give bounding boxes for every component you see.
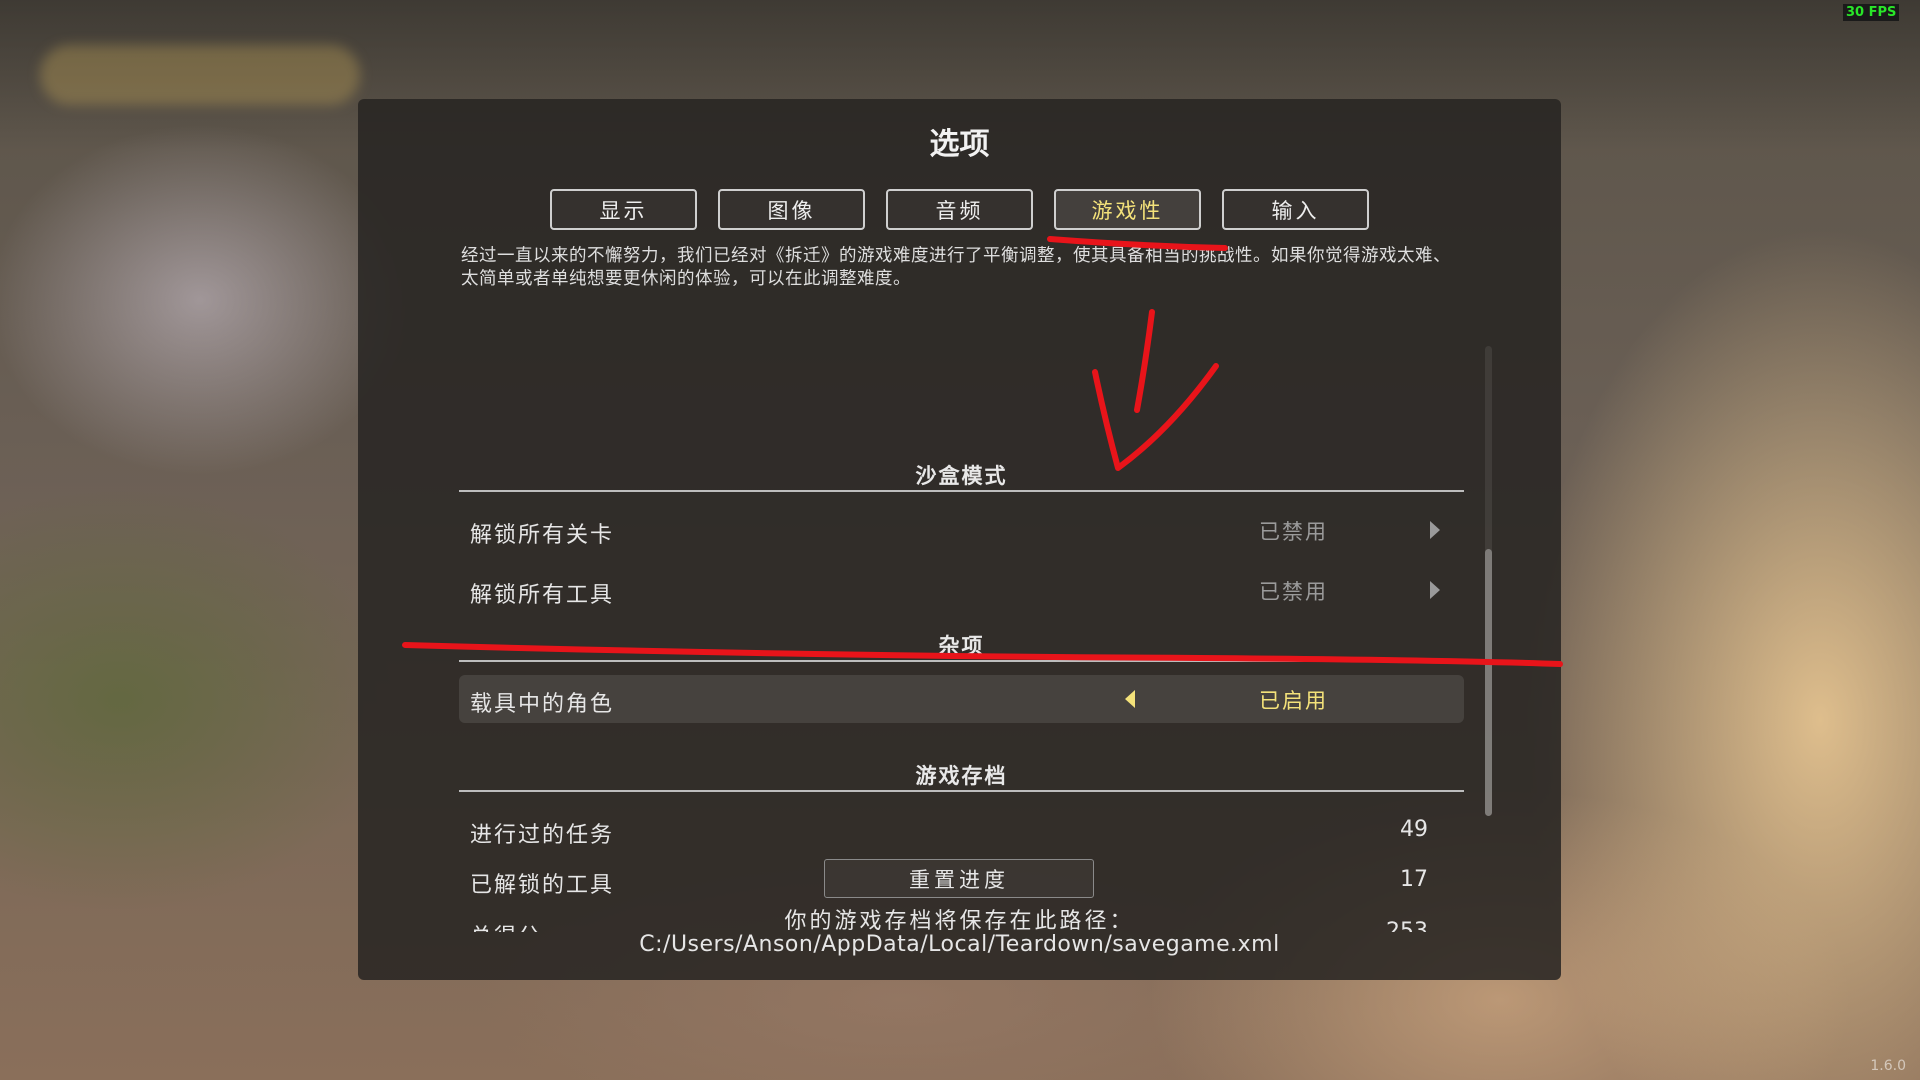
scrollbar-thumb[interactable] [1485, 549, 1492, 816]
game-version: 1.6.0 [1870, 1058, 1906, 1074]
section-title-sandbox: 沙盒模式 [459, 460, 1464, 492]
tab-display[interactable]: 显示 [550, 189, 697, 230]
stat-row-missions: 进行过的任务 49 [459, 806, 1464, 854]
stat-value: 17 [1400, 867, 1428, 892]
gameplay-description: 经过一直以来的不懈努力，我们已经对《拆迁》的游戏难度进行了平衡调整，使其具备相当… [461, 246, 1451, 289]
option-label: 解锁所有关卡 [470, 523, 615, 548]
section-title-misc: 杂项 [459, 630, 1464, 662]
stat-value: 49 [1400, 817, 1428, 842]
arrow-right-icon[interactable] [1430, 521, 1440, 539]
options-dialog: 选项 显示 图像 音频 游戏性 输入 经过一直以来的不懈努力，我们已经对《拆迁》… [358, 99, 1561, 980]
option-row-unlock-levels[interactable]: 解锁所有关卡 已禁用 [459, 506, 1464, 554]
tab-audio[interactable]: 音频 [886, 189, 1033, 230]
option-label: 载具中的角色 [470, 692, 615, 717]
options-scroll-list[interactable]: 沙盒模式 解锁所有关卡 已禁用 解锁所有工具 已禁用 杂项 载具中的角色 已启用… [459, 432, 1464, 932]
dialog-title: 选项 [929, 127, 990, 162]
option-value: 已启用 [1259, 689, 1328, 713]
blurred-logo [40, 45, 360, 105]
arrow-left-icon[interactable] [1125, 690, 1135, 708]
option-row-unlock-tools[interactable]: 解锁所有工具 已禁用 [459, 566, 1464, 614]
option-row-character-in-vehicle[interactable]: 载具中的角色 已启用 [459, 675, 1464, 723]
reset-progress-button[interactable]: 重置进度 [824, 859, 1094, 898]
stat-label: 已解锁的工具 [470, 873, 615, 898]
fps-counter: 30 FPS [1843, 4, 1900, 21]
tab-input[interactable]: 输入 [1222, 189, 1369, 230]
save-path-label: 你的游戏存档将保存在此路径： [784, 909, 1135, 934]
tab-gameplay[interactable]: 游戏性 [1054, 189, 1201, 230]
save-path: C:/Users/Anson/AppData/Local/Teardown/sa… [639, 932, 1280, 957]
stat-label: 进行过的任务 [470, 823, 615, 848]
option-value: 已禁用 [1259, 580, 1328, 604]
section-title-savegame: 游戏存档 [459, 760, 1464, 792]
tab-graphics[interactable]: 图像 [718, 189, 865, 230]
option-label: 解锁所有工具 [470, 583, 615, 608]
option-value: 已禁用 [1259, 520, 1328, 544]
arrow-right-icon[interactable] [1430, 581, 1440, 599]
options-tabs: 显示 图像 音频 游戏性 输入 [550, 189, 1370, 230]
